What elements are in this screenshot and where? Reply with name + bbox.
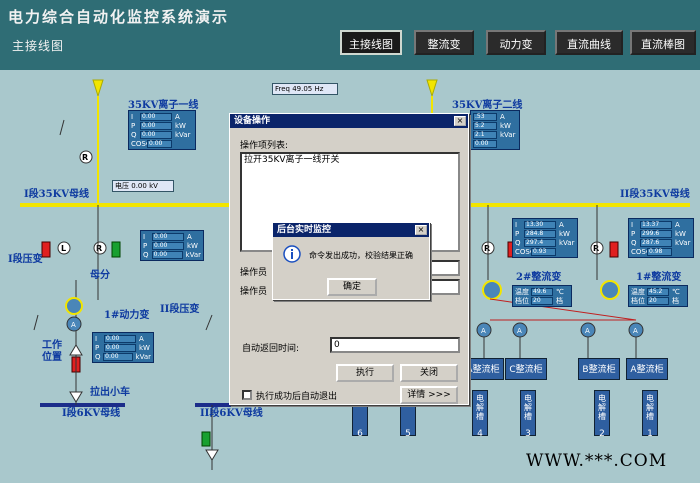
message-dialog-title: 后台实时监控 bbox=[273, 223, 429, 237]
cell-4-number: 4 bbox=[477, 429, 483, 439]
svg-text:L: L bbox=[61, 244, 66, 253]
app-root: 电力综合自动化监控系统演示 主接线图 主接线图 整流变 动力变 直流曲线 直流棒… bbox=[0, 0, 700, 483]
operator-field-1[interactable] bbox=[430, 260, 460, 276]
message-dialog-close-icon[interactable]: × bbox=[415, 225, 427, 235]
line1-label: 35KV离子一线 bbox=[128, 100, 199, 111]
operator-field-2[interactable] bbox=[430, 279, 460, 295]
svg-text:R: R bbox=[96, 244, 102, 253]
auto-return-input[interactable]: 0 bbox=[330, 337, 460, 353]
pt1-label: I段压变 bbox=[8, 254, 43, 265]
svg-text:R: R bbox=[484, 244, 490, 253]
cell-5-number: 5 bbox=[405, 429, 411, 439]
operator-label-2: 操作员 bbox=[240, 287, 268, 297]
info-icon bbox=[283, 245, 301, 263]
frequency-readout: Freq 49.05 Hz bbox=[272, 83, 338, 95]
meter-rect2: I 13.30 A P 284.8 kW Q 297.4 kVar COSΦ 0.93 bbox=[512, 218, 578, 258]
svg-text:R: R bbox=[593, 244, 599, 253]
trolley-label: 拉出小车 bbox=[90, 387, 130, 398]
temp-rect1: 温度 45.2 ℃ 档位 20 档 bbox=[628, 285, 688, 307]
message-dialog: 后台实时监控 × 命令发出成功，校验结果正确 确定 bbox=[272, 222, 430, 300]
cell-3-number: 3 bbox=[525, 429, 531, 439]
bus2-label: II段35KV母线 bbox=[620, 189, 690, 200]
auto-exit-label: 执行成功后自动退出 bbox=[256, 392, 338, 402]
device-dialog-close-icon[interactable]: × bbox=[454, 116, 466, 126]
voltage-readout: 电压 0.00 kV bbox=[112, 180, 174, 192]
cell-2-number: 2 bbox=[599, 429, 605, 439]
svg-text:A: A bbox=[481, 327, 486, 335]
bus1-label: I段35KV母线 bbox=[24, 189, 90, 200]
operation-list-item[interactable]: 拉开35KV离子一线开关 bbox=[244, 154, 458, 166]
cabinet-b[interactable]: B整流柜 bbox=[578, 358, 620, 380]
meter-line2: .53 A 5.2 kW 2.1 kVar 0.00 bbox=[470, 110, 520, 150]
meter-mufen: I 0.00 A P 0.00 kW Q 0.00 kVar bbox=[140, 230, 204, 261]
line2-label: 35KV离子二线 bbox=[452, 100, 523, 111]
auto-exit-checkbox[interactable] bbox=[242, 390, 252, 400]
ok-button[interactable]: 确定 bbox=[327, 278, 377, 296]
execute-button[interactable]: 执行 bbox=[336, 364, 394, 382]
power2-label: II段压变 bbox=[160, 304, 200, 315]
meter-rect1: I 13.37 A P 299.6 kW Q 287.6 kVar COSΦ 0.98 bbox=[628, 218, 694, 258]
message-text: 命令发出成功，校验结果正确 bbox=[309, 251, 413, 260]
mufen-label: 母分 bbox=[90, 270, 110, 281]
power1-label: 1#动力变 bbox=[104, 310, 150, 321]
svg-text:R: R bbox=[82, 153, 88, 162]
temp-rect2: 温度 49.6 ℃ 档位 20 档 bbox=[512, 285, 572, 307]
svg-text:A: A bbox=[517, 327, 522, 335]
auto-return-label: 自动返回时间: bbox=[242, 344, 300, 354]
bus3-label: I段6KV母线 bbox=[62, 408, 121, 419]
meter-line1: I 0.00 A P 0.00 kW Q 0.00 kVar COSΦ 0.00 bbox=[128, 110, 196, 150]
cabinet-a-right[interactable]: A整流柜 bbox=[626, 358, 668, 380]
close-button[interactable]: 关闭 bbox=[400, 364, 458, 382]
rect2-label: 2#整流变 bbox=[516, 272, 562, 283]
device-dialog-title: 设备操作 bbox=[230, 114, 468, 128]
cell-1-number: 1 bbox=[647, 429, 653, 439]
svg-text:A: A bbox=[585, 327, 590, 335]
svg-text:A: A bbox=[71, 321, 76, 329]
rect1-label: 1#整流变 bbox=[636, 272, 682, 283]
bus4-label: II段6KV母线 bbox=[200, 408, 263, 419]
details-button[interactable]: 详情 >>> bbox=[400, 386, 458, 404]
watermark-text: WWW.***.COM bbox=[526, 451, 668, 471]
cabinet-c[interactable]: C整流柜 bbox=[505, 358, 547, 380]
operator-label-1: 操作员 bbox=[240, 268, 268, 278]
operation-list-label: 操作项列表: bbox=[240, 141, 289, 151]
work-position-label: 工作位置 bbox=[42, 340, 62, 363]
svg-text:A: A bbox=[633, 327, 638, 335]
meter-power1: I 0.00 A P 0.00 kW Q 0.00 kVar bbox=[92, 332, 154, 363]
cell-6-number: 6 bbox=[357, 429, 363, 439]
